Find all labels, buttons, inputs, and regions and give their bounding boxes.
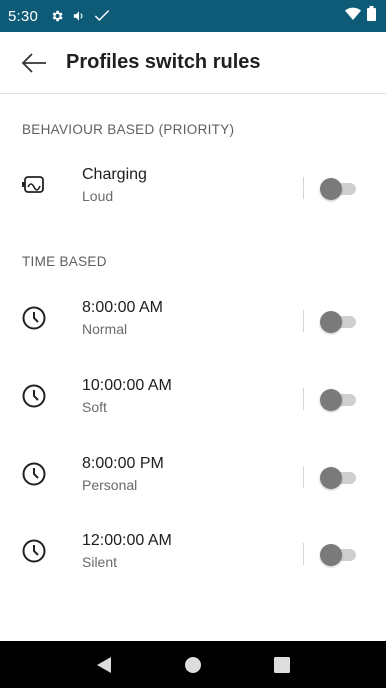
rule-toggle[interactable] bbox=[320, 388, 356, 411]
nav-back-button[interactable] bbox=[84, 645, 124, 685]
page-title: Profiles switch rules bbox=[66, 51, 261, 73]
rule-toggle[interactable] bbox=[320, 177, 356, 200]
nav-home-button[interactable] bbox=[173, 645, 213, 685]
rule-row-time[interactable]: 12:00:00 AM Silent bbox=[0, 519, 386, 587]
rule-title: 8:00:00 PM bbox=[82, 455, 164, 472]
rule-title: Charging bbox=[82, 166, 147, 183]
rule-row-time[interactable]: 8:00:00 AM Normal bbox=[0, 286, 386, 354]
toggle-thumb bbox=[320, 389, 342, 411]
rule-toggle[interactable] bbox=[320, 466, 356, 489]
clock-icon bbox=[20, 382, 48, 410]
back-button[interactable] bbox=[20, 49, 48, 77]
clock-icon bbox=[20, 537, 48, 565]
battery-icon bbox=[367, 6, 376, 26]
status-time: 5:30 bbox=[8, 7, 38, 25]
gear-icon bbox=[50, 9, 64, 23]
section-heading-behaviour: BEHAVIOUR BASED (PRIORITY) bbox=[22, 122, 235, 137]
rule-row-charging[interactable]: Charging Loud bbox=[0, 153, 386, 221]
divider bbox=[303, 177, 304, 199]
home-circle-icon bbox=[184, 656, 201, 673]
divider bbox=[303, 543, 304, 565]
rule-profile: Soft bbox=[82, 399, 107, 415]
back-triangle-icon bbox=[97, 656, 112, 673]
rule-row-time[interactable]: 8:00:00 PM Personal bbox=[0, 442, 386, 510]
divider bbox=[303, 466, 304, 488]
check-icon bbox=[94, 9, 110, 23]
toggle-thumb bbox=[320, 178, 342, 200]
rule-profile: Silent bbox=[82, 554, 118, 570]
rule-profile: Personal bbox=[82, 477, 138, 493]
rule-profile: Loud bbox=[82, 188, 114, 204]
navigation-bar bbox=[0, 641, 386, 688]
wifi-icon bbox=[345, 7, 361, 26]
rule-title: 10:00:00 AM bbox=[82, 377, 172, 394]
toggle-thumb bbox=[320, 311, 342, 333]
toggle-thumb bbox=[320, 544, 342, 566]
section-heading-time: TIME BASED bbox=[22, 254, 107, 269]
arrow-left-icon bbox=[21, 52, 46, 73]
rule-title: 12:00:00 AM bbox=[82, 532, 172, 549]
divider bbox=[303, 310, 304, 332]
app-bar: Profiles switch rules bbox=[0, 32, 386, 94]
charging-icon bbox=[20, 171, 48, 199]
toggle-thumb bbox=[320, 467, 342, 489]
rule-title: 8:00:00 AM bbox=[82, 299, 163, 316]
volume-icon bbox=[72, 9, 86, 23]
rule-row-time[interactable]: 10:00:00 AM Soft bbox=[0, 364, 386, 432]
rule-toggle[interactable] bbox=[320, 310, 356, 333]
status-bar: 5:30 bbox=[0, 0, 386, 32]
clock-icon bbox=[20, 304, 48, 332]
divider bbox=[303, 388, 304, 410]
clock-icon bbox=[20, 460, 48, 488]
rule-profile: Normal bbox=[82, 321, 128, 337]
rule-toggle[interactable] bbox=[320, 543, 356, 566]
recents-square-icon bbox=[273, 656, 290, 673]
nav-recents-button[interactable] bbox=[262, 645, 302, 685]
